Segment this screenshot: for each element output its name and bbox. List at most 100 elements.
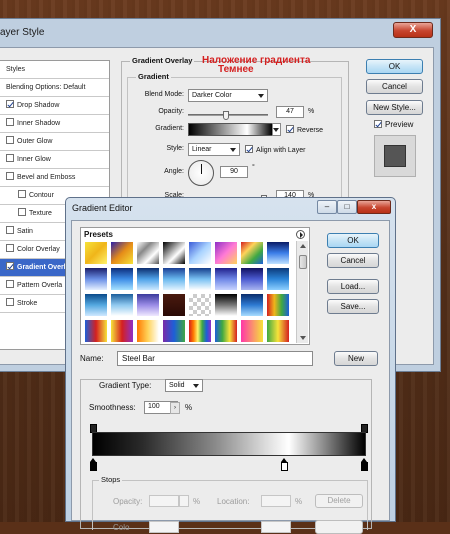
preset-swatch[interactable] [214, 267, 238, 291]
gradient-type-value: Solid [169, 382, 185, 389]
maximize-button[interactable]: □ [337, 200, 357, 214]
style-item-checkbox[interactable] [6, 226, 14, 234]
save-button[interactable]: Save... [327, 299, 379, 314]
preview-checkbox[interactable] [374, 120, 382, 128]
preset-swatch[interactable] [136, 293, 160, 317]
gradient-preview-bar[interactable] [92, 432, 366, 456]
align-checkbox[interactable] [245, 145, 253, 153]
preset-swatch[interactable] [136, 319, 160, 343]
stop-location-input[interactable] [261, 495, 291, 507]
stop-opacity-input[interactable] [149, 495, 179, 507]
style-item[interactable]: Drop Shadow [0, 97, 109, 115]
preset-swatch[interactable] [188, 267, 212, 291]
reverse-option[interactable]: Reverse [286, 125, 323, 134]
scroll-up-icon[interactable] [300, 244, 306, 248]
ok-button[interactable]: OK [366, 59, 423, 74]
style-item-checkbox[interactable] [6, 262, 14, 270]
style-item-checkbox[interactable] [6, 154, 14, 162]
gradient-picker[interactable] [188, 123, 273, 136]
preset-swatch[interactable] [188, 319, 212, 343]
preset-swatch[interactable] [214, 241, 238, 265]
preset-swatch[interactable] [110, 267, 134, 291]
presets-scrollbar[interactable] [296, 241, 308, 343]
smoothness-stepper[interactable]: › [170, 402, 180, 414]
style-item[interactable]: Inner Glow [0, 151, 109, 169]
angle-dial[interactable] [188, 160, 214, 186]
preset-swatch[interactable] [214, 319, 238, 343]
preset-swatch[interactable] [188, 293, 212, 317]
style-item[interactable]: Bevel and Emboss [0, 169, 109, 187]
color-stop-black-right[interactable] [361, 458, 368, 471]
preset-swatch[interactable] [240, 293, 264, 317]
preset-swatch[interactable] [110, 293, 134, 317]
scroll-thumb[interactable] [299, 255, 307, 269]
load-button[interactable]: Load... [327, 279, 379, 294]
gradient-type-select[interactable]: Solid [165, 379, 203, 392]
preset-swatch[interactable] [214, 293, 238, 317]
style-item-checkbox[interactable] [6, 100, 14, 108]
angle-label: Angle: [164, 168, 184, 175]
preset-swatch[interactable] [266, 293, 290, 317]
delete-color-button[interactable] [315, 520, 363, 534]
preset-swatch[interactable] [84, 293, 108, 317]
stop-color-location-input[interactable] [261, 521, 291, 533]
preset-swatch[interactable] [266, 241, 290, 265]
style-item-checkbox[interactable] [6, 244, 14, 252]
preset-swatch[interactable] [240, 319, 264, 343]
preset-swatch[interactable] [162, 319, 186, 343]
style-item-checkbox[interactable] [6, 172, 14, 180]
cancel-button[interactable]: Cancel [366, 79, 423, 94]
style-select[interactable]: Linear [188, 143, 240, 156]
angle-input[interactable]: 90 [220, 166, 248, 178]
preset-swatch[interactable] [162, 241, 186, 265]
style-item-checkbox[interactable] [6, 118, 14, 126]
new-style-button[interactable]: New Style... [366, 100, 423, 115]
preset-swatch[interactable] [136, 267, 160, 291]
style-item[interactable]: Outer Glow [0, 133, 109, 151]
close-button[interactable]: X [393, 22, 433, 38]
delete-button[interactable]: Delete [315, 494, 363, 508]
preset-swatch[interactable] [240, 267, 264, 291]
style-item-label: Stroke [17, 300, 38, 307]
style-item-checkbox[interactable] [6, 136, 14, 144]
stop-opacity-stepper[interactable] [179, 495, 189, 507]
style-item-checkbox[interactable] [6, 280, 14, 288]
name-input[interactable]: Steel Bar [117, 351, 313, 366]
presets-menu-icon[interactable] [296, 230, 305, 239]
style-item-checkbox[interactable] [6, 298, 14, 306]
ok-button[interactable]: OK [327, 233, 379, 248]
preset-swatch[interactable] [136, 241, 160, 265]
preset-swatch[interactable] [240, 241, 264, 265]
preset-swatch[interactable] [266, 319, 290, 343]
close-button[interactable]: x [357, 200, 391, 214]
preset-swatch[interactable] [110, 241, 134, 265]
preview-option[interactable]: Preview [374, 120, 413, 129]
stop-color-swatch[interactable] [149, 521, 179, 533]
opacity-slider-thumb[interactable] [222, 111, 229, 120]
minimize-button[interactable]: – [317, 200, 337, 214]
style-item[interactable]: Inner Shadow [0, 115, 109, 133]
scroll-down-icon[interactable] [300, 336, 306, 340]
blend-mode-select[interactable]: Darker Color [188, 89, 268, 102]
style-item-checkbox[interactable] [18, 208, 26, 216]
opacity-input[interactable]: 47 [276, 106, 304, 118]
preset-swatch[interactable] [162, 293, 186, 317]
preset-swatch[interactable] [84, 319, 108, 343]
preset-swatch[interactable] [162, 267, 186, 291]
styles-header[interactable]: Styles [0, 61, 109, 79]
style-item-checkbox[interactable] [18, 190, 26, 198]
cancel-button[interactable]: Cancel [327, 253, 379, 268]
preset-swatch[interactable] [110, 319, 134, 343]
gradient-dropdown[interactable] [272, 123, 281, 136]
style-item-label: Gradient Overl [17, 264, 66, 271]
preset-swatch[interactable] [84, 241, 108, 265]
preset-swatch[interactable] [84, 267, 108, 291]
preset-swatch[interactable] [266, 267, 290, 291]
color-stop-black-left[interactable] [90, 458, 97, 471]
reverse-checkbox[interactable] [286, 125, 294, 133]
align-option[interactable]: Align with Layer [245, 145, 305, 154]
style-item[interactable]: Blending Options: Default [0, 79, 109, 97]
new-button[interactable]: New [334, 351, 378, 366]
color-stop-white[interactable] [281, 458, 288, 471]
preset-swatch[interactable] [188, 241, 212, 265]
